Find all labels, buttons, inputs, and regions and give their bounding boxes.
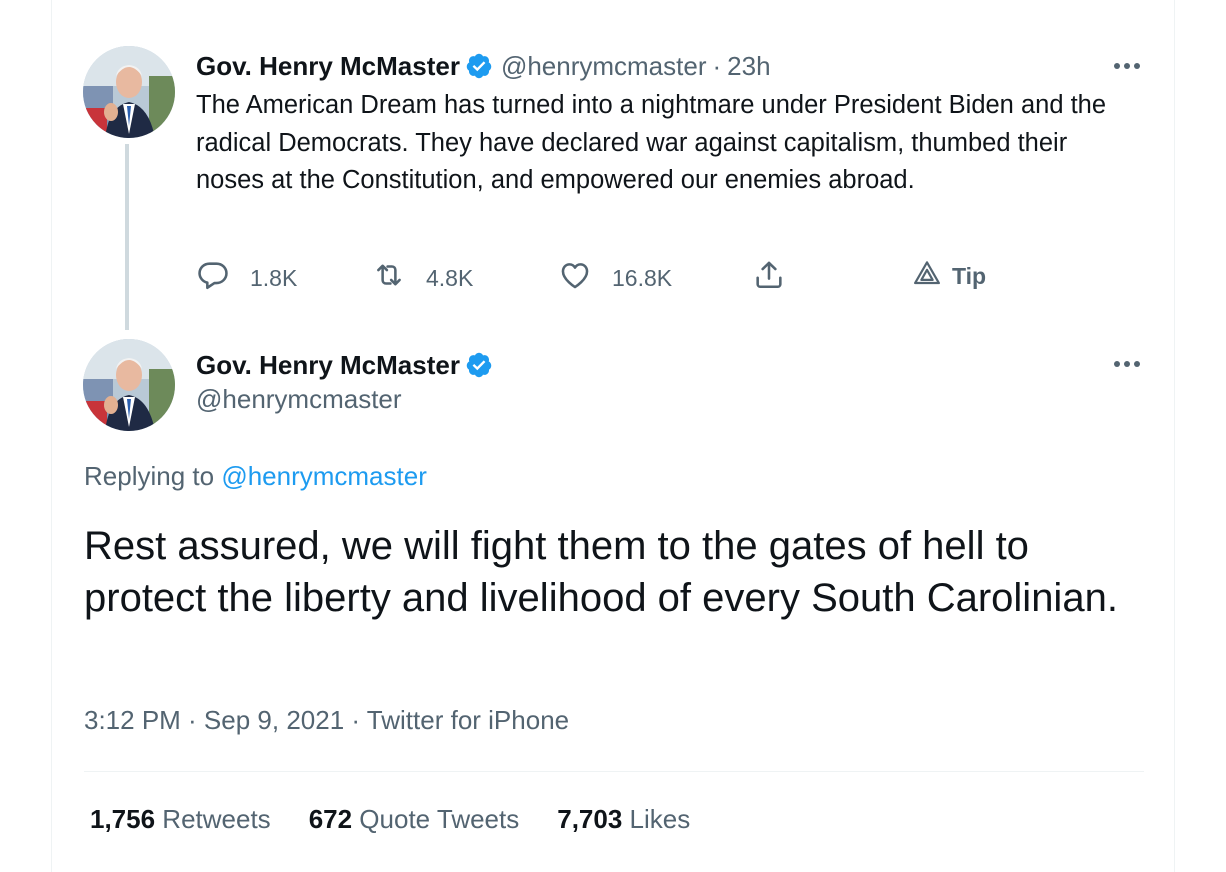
- tip-label: Tip: [952, 262, 987, 289]
- retweet-icon: [372, 258, 406, 298]
- like-count: 16.8K: [612, 264, 673, 291]
- share-icon: [752, 258, 786, 298]
- tweet-header: Gov. Henry McMaster: [196, 347, 493, 383]
- thread-connector-line: [125, 144, 129, 330]
- replying-prefix: Replying to: [84, 461, 222, 491]
- tweet-text: The American Dream has turned into a nig…: [196, 91, 1107, 194]
- tweet-stats: 1,756 Retweets 672 Quote Tweets 7,703 Li…: [90, 804, 728, 835]
- retweet-button[interactable]: 4.8K: [372, 258, 473, 298]
- display-name[interactable]: Gov. Henry McMaster: [196, 350, 460, 381]
- like-button[interactable]: 16.8K: [558, 258, 672, 298]
- tip-button[interactable]: Tip: [912, 258, 986, 294]
- avatar[interactable]: [83, 339, 175, 431]
- tip-icon: [912, 258, 942, 294]
- likes-label: Likes: [629, 804, 691, 834]
- tweet-text: Rest assured, we will fight them to the …: [84, 524, 1118, 620]
- more-options-icon[interactable]: [1108, 354, 1148, 374]
- retweet-count: 4.8K: [426, 264, 474, 291]
- heart-icon: [558, 258, 592, 298]
- replying-mention-link[interactable]: @henrymcmaster: [221, 461, 427, 491]
- verified-badge-icon: [465, 351, 493, 379]
- handle[interactable]: @henrymcmaster: [196, 384, 402, 415]
- reply-button[interactable]: 1.8K: [196, 258, 297, 298]
- likes-stat[interactable]: 7,703 Likes: [557, 804, 690, 835]
- divider: [84, 771, 1144, 772]
- reply-count: 1.8K: [250, 264, 298, 291]
- retweets-stat[interactable]: 1,756 Retweets: [90, 804, 271, 835]
- likes-count: 7,703: [557, 804, 630, 834]
- tweet-header: Gov. Henry McMaster @henrymcmaster · 23h: [196, 48, 771, 84]
- separator: ·: [712, 50, 722, 81]
- share-button[interactable]: [752, 258, 786, 298]
- retweets-count: 1,756: [90, 804, 163, 834]
- tweet-timestamp[interactable]: 3:12 PM · Sep 9, 2021 · Twitter for iPho…: [84, 705, 569, 736]
- quotes-count: 672: [308, 804, 360, 834]
- tweet-actions: 1.8K 4.8K 16.8K Tip: [196, 258, 1016, 298]
- quote-tweets-stat[interactable]: 672 Quote Tweets: [309, 804, 520, 835]
- replying-to: Replying to @henrymcmaster: [84, 461, 427, 492]
- retweets-label: Retweets: [162, 804, 271, 834]
- quotes-label: Quote Tweets: [359, 804, 520, 834]
- display-name[interactable]: Gov. Henry McMaster: [196, 51, 460, 82]
- timestamp-link[interactable]: 23h: [727, 51, 770, 82]
- reply-icon: [196, 258, 230, 298]
- handle[interactable]: @henrymcmaster: [501, 51, 707, 82]
- more-options-icon[interactable]: [1108, 56, 1148, 76]
- verified-badge-icon: [465, 52, 493, 80]
- avatar[interactable]: [83, 46, 175, 138]
